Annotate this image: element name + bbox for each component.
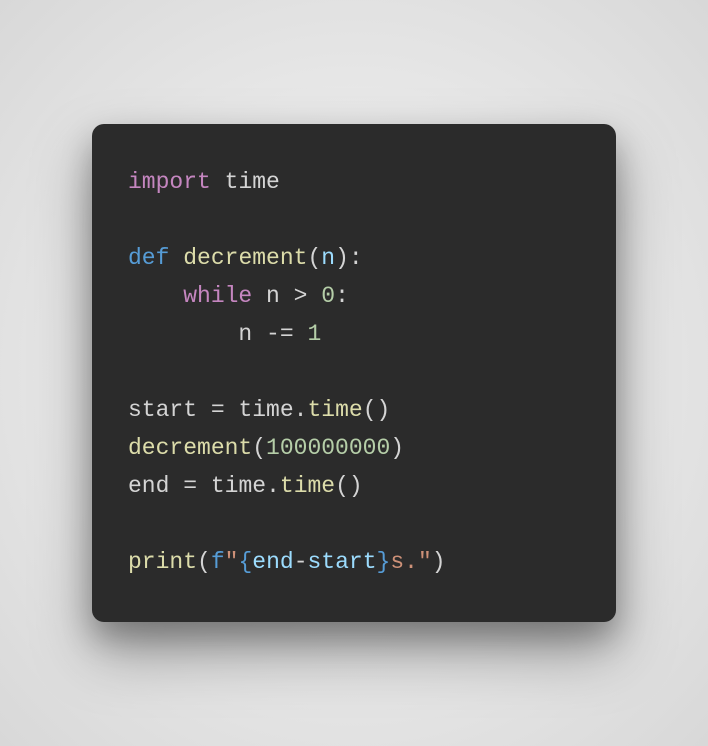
op-eq: = <box>183 473 197 499</box>
indent <box>128 321 238 347</box>
dot: . <box>266 473 280 499</box>
function-name: decrement <box>183 245 307 271</box>
indent <box>128 283 183 309</box>
keyword-import: import <box>128 169 211 195</box>
module-name: time <box>225 169 280 195</box>
mod-time: time <box>211 473 266 499</box>
paren-open: ( <box>197 549 211 575</box>
var-n: n <box>238 321 252 347</box>
expr-end: end <box>252 549 293 575</box>
brace-open: { <box>238 549 252 575</box>
paren-open: ( <box>252 435 266 461</box>
keyword-while: while <box>183 283 252 309</box>
expr-start: start <box>308 549 377 575</box>
param-n: n <box>321 245 335 271</box>
var-end: end <box>128 473 169 499</box>
num-zero: 0 <box>321 283 335 309</box>
mod-time: time <box>238 397 293 423</box>
code-content: import time def decrement(n): while n > … <box>128 164 580 581</box>
parens: () <box>335 473 363 499</box>
quote-open: " <box>225 549 239 575</box>
str-literal: s. <box>390 549 418 575</box>
quote-close: " <box>418 549 432 575</box>
paren-close: ) <box>432 549 446 575</box>
op-eq: = <box>211 397 225 423</box>
fstring-prefix: f <box>211 549 225 575</box>
paren-close: ) <box>335 245 349 271</box>
fn-decrement: decrement <box>128 435 252 461</box>
op-gt: > <box>294 283 308 309</box>
fn-time: time <box>307 397 362 423</box>
fn-time: time <box>280 473 335 499</box>
keyword-def: def <box>128 245 169 271</box>
code-block: import time def decrement(n): while n > … <box>92 124 616 621</box>
num-arg: 100000000 <box>266 435 390 461</box>
colon: : <box>335 283 349 309</box>
paren-open: ( <box>307 245 321 271</box>
op-minus: - <box>294 549 308 575</box>
brace-close: } <box>377 549 391 575</box>
var-start: start <box>128 397 197 423</box>
paren-close: ) <box>390 435 404 461</box>
var-n: n <box>266 283 280 309</box>
dot: . <box>294 397 308 423</box>
colon: : <box>349 245 363 271</box>
parens: () <box>363 397 391 423</box>
num-one: 1 <box>307 321 321 347</box>
fn-print: print <box>128 549 197 575</box>
op-minuseq: -= <box>266 321 294 347</box>
